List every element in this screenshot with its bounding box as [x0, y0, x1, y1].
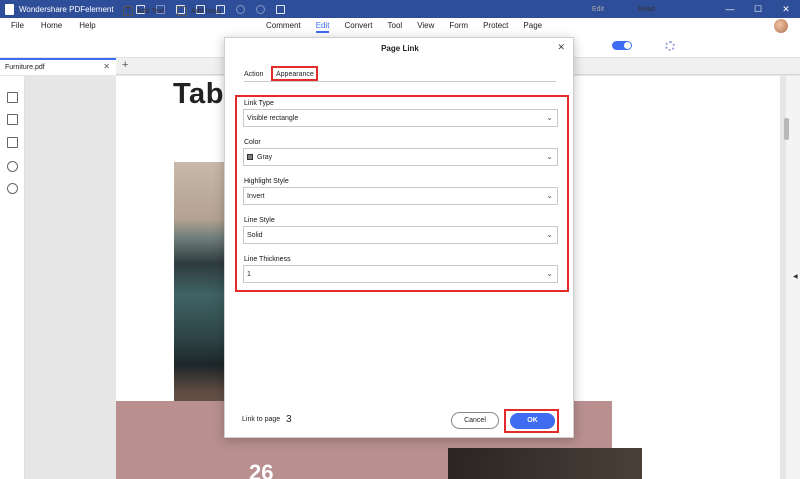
cancel-button[interactable]: Cancel [451, 412, 499, 429]
minimize-icon[interactable]: — [716, 0, 744, 18]
menu-convert[interactable]: Convert [344, 21, 372, 33]
link-to-page-value: 3 [286, 414, 292, 425]
app-logo-icon [5, 3, 14, 15]
menu-protect[interactable]: Protect [483, 21, 508, 33]
line-thickness-label: Line Thickness [244, 256, 291, 263]
close-window-icon[interactable]: ✕ [772, 0, 800, 18]
maximize-icon[interactable]: ☐ [744, 0, 772, 18]
chevron-down-icon: ⌄ [546, 191, 553, 200]
title-bar: Wondershare PDFelement — ☐ ✕ [0, 0, 800, 18]
edit-mode-label: Edit [592, 6, 605, 13]
app-title: Wondershare PDFelement [19, 4, 114, 14]
chevron-down-icon: ⌄ [546, 113, 553, 122]
menu-help[interactable]: Help [79, 21, 95, 30]
line-style-value: Solid [247, 231, 263, 239]
menu-form[interactable]: Form [449, 21, 468, 33]
page-number-text: 26 [249, 460, 274, 479]
chevron-down-icon: ⌄ [546, 269, 553, 278]
add-image-button[interactable]: Add Imag [177, 6, 221, 16]
settings-gear-icon[interactable] [665, 41, 675, 51]
color-value: Gray [257, 153, 273, 161]
ok-button-highlight [504, 409, 559, 433]
comment-icon[interactable] [7, 137, 18, 148]
highlight-style-select[interactable]: Invert ⌄ [243, 187, 558, 205]
tab-furniture-pdf[interactable]: Furniture.pdf ✕ [0, 58, 116, 75]
link-type-select[interactable]: Visible rectangle ⌄ [243, 109, 558, 127]
dark-photo [448, 448, 642, 479]
collapse-right-panel-icon[interactable]: ◀ [793, 273, 798, 280]
redo-icon[interactable] [255, 4, 265, 14]
bookmark-icon[interactable] [7, 114, 18, 125]
highlight-style-value: Invert [247, 192, 265, 200]
tab-action[interactable]: Action [244, 71, 263, 78]
user-avatar[interactable] [774, 19, 788, 33]
customize-dropdown-icon[interactable] [275, 4, 285, 14]
chevron-down-icon: ⌄ [546, 230, 553, 239]
page-link-dialog: Page Link ✕ Action Appearance Link Type … [224, 37, 574, 438]
left-sidebar [0, 76, 25, 479]
close-dialog-icon[interactable]: ✕ [557, 42, 565, 53]
undo-icon[interactable] [235, 4, 245, 14]
color-label: Color [244, 139, 261, 146]
highlight-style-label: Highlight Style [244, 178, 289, 185]
edit-read-toggle[interactable] [612, 41, 632, 50]
menu-file[interactable]: File [11, 21, 24, 30]
add-tab-icon[interactable]: + [122, 59, 128, 71]
close-tab-icon[interactable]: ✕ [103, 62, 110, 71]
read-mode-label: Read [638, 6, 655, 13]
attachment-icon[interactable] [7, 161, 18, 172]
tab-label: Furniture.pdf [5, 64, 45, 71]
dialog-title: Page Link [381, 44, 419, 53]
add-text-label: Add Text [137, 7, 165, 15]
window-controls: — ☐ ✕ [716, 0, 800, 18]
menu-view[interactable]: View [417, 21, 434, 33]
chevron-down-icon: ⌄ [546, 152, 553, 161]
color-swatch [247, 154, 253, 160]
line-style-select[interactable]: Solid ⌄ [243, 226, 558, 244]
menu-tool[interactable]: Tool [388, 21, 403, 33]
add-text-button[interactable]: T Add Text [123, 6, 164, 16]
menu-home[interactable]: Home [41, 21, 62, 30]
color-select[interactable]: Gray ⌄ [243, 148, 558, 166]
text-tool-icon: T [123, 6, 133, 16]
menu-edit[interactable]: Edit [315, 21, 330, 33]
image-tool-icon [177, 6, 187, 16]
appearance-tab-highlight [271, 66, 318, 81]
menu-comment[interactable]: Comment [266, 21, 301, 33]
line-thickness-select[interactable]: 1 ⌄ [243, 265, 558, 283]
line-thickness-value: 1 [247, 270, 251, 278]
add-image-label: Add Imag [191, 7, 221, 15]
thumbnails-icon[interactable] [7, 92, 18, 103]
line-style-label: Line Style [244, 217, 275, 224]
link-type-label: Link Type [244, 100, 274, 107]
menu-bar: File Home Help Comment Edit Convert Tool… [0, 18, 800, 35]
search-icon[interactable] [7, 183, 18, 194]
menu-page[interactable]: Page [523, 21, 542, 33]
link-to-page-label: Link to page [242, 416, 281, 423]
link-type-value: Visible rectangle [247, 114, 299, 122]
scrollbar-thumb[interactable] [784, 118, 789, 140]
